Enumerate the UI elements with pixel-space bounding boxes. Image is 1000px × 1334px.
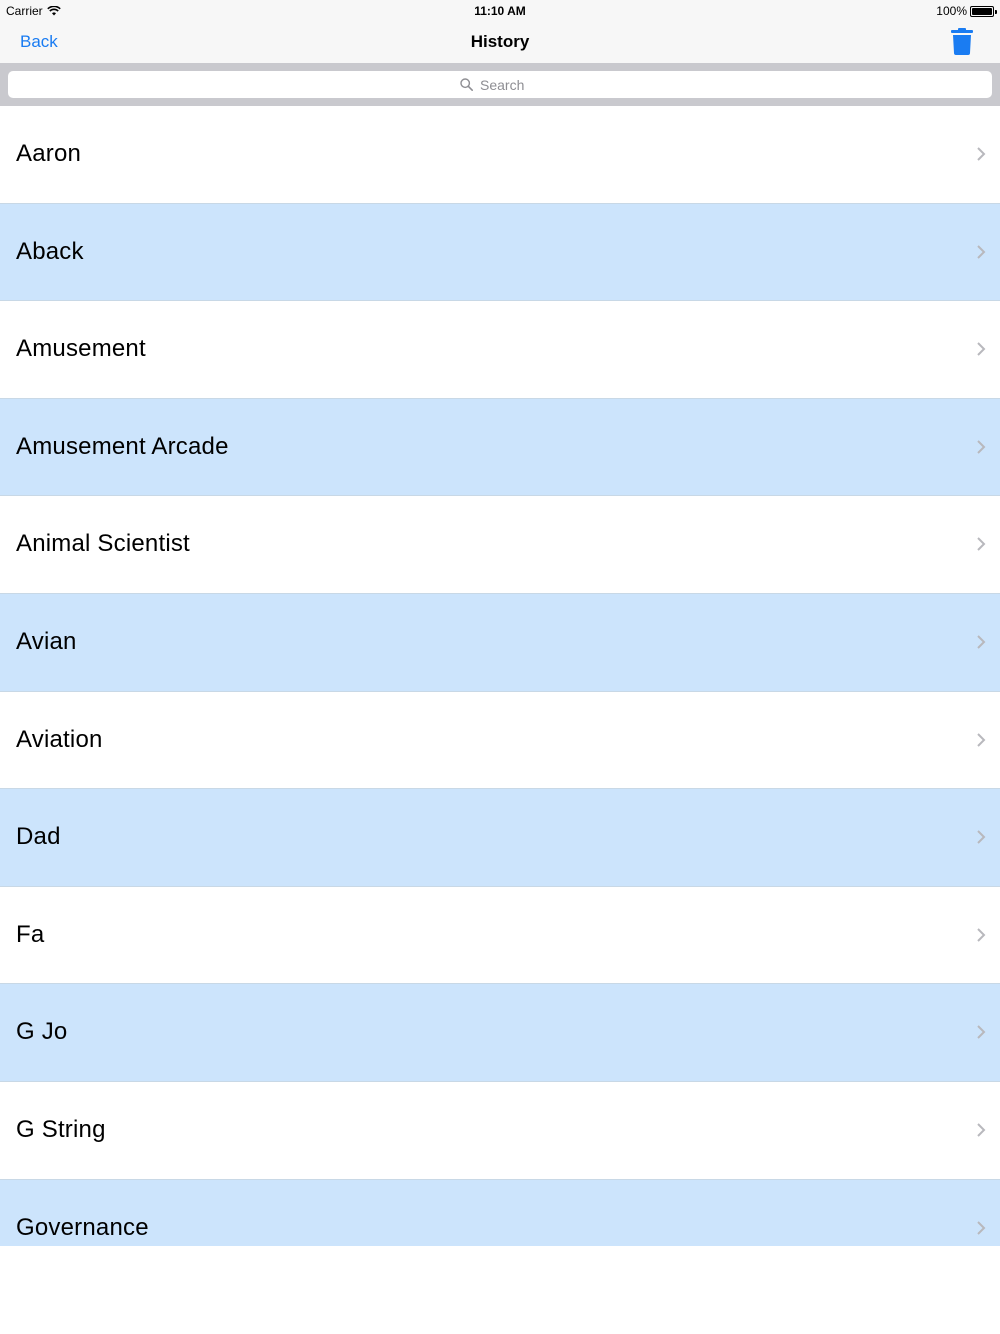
list-item-dad[interactable]: Dad bbox=[0, 789, 1000, 887]
list-item-label: Animal Scientist bbox=[16, 530, 190, 558]
list-item-avian[interactable]: Avian bbox=[0, 593, 1000, 692]
list-item-label: Amusement Arcade bbox=[16, 432, 229, 460]
navigation-bar: Back History bbox=[0, 22, 1000, 63]
status-bar: Carrier 11:10 AM 100% bbox=[0, 0, 1000, 22]
chevron-right-icon bbox=[977, 928, 986, 942]
list-item-governance[interactable]: Governance bbox=[0, 1179, 1000, 1246]
list-item-amusement[interactable]: Amusement bbox=[0, 301, 1000, 399]
list-item-amusement-arcade[interactable]: Amusement Arcade bbox=[0, 398, 1000, 497]
list-item-label: G Jo bbox=[16, 1018, 68, 1046]
list-item-label: Fa bbox=[16, 920, 45, 948]
trash-icon[interactable] bbox=[950, 27, 974, 55]
list-item-label: Dad bbox=[16, 823, 61, 851]
battery-icon bbox=[970, 5, 997, 17]
chevron-right-icon bbox=[977, 244, 986, 259]
list-item-g-jo[interactable]: G Jo bbox=[0, 984, 1000, 1082]
list-item-label: Amusement bbox=[16, 335, 146, 363]
chevron-right-icon bbox=[977, 342, 986, 356]
history-list: Aaron Aback Amusement Amusement Arcade A… bbox=[0, 106, 1000, 1246]
list-item-animal-scientist[interactable]: Animal Scientist bbox=[0, 496, 1000, 594]
chevron-right-icon bbox=[977, 732, 986, 747]
chevron-right-icon bbox=[977, 537, 986, 552]
status-time: 11:10 AM bbox=[474, 4, 526, 18]
list-item-fa[interactable]: Fa bbox=[0, 886, 1000, 985]
chevron-right-icon bbox=[977, 830, 986, 844]
search-bar bbox=[0, 63, 1000, 106]
list-item-label: Governance bbox=[16, 1213, 149, 1241]
chevron-right-icon bbox=[977, 147, 986, 161]
status-right: 100% bbox=[936, 4, 997, 18]
chevron-right-icon bbox=[977, 1025, 986, 1040]
list-item-aviation[interactable]: Aviation bbox=[0, 691, 1000, 790]
search-field[interactable] bbox=[8, 71, 992, 98]
list-item-label: Aviation bbox=[16, 725, 103, 753]
list-item-label: Aback bbox=[16, 237, 84, 265]
list-item-aaron[interactable]: Aaron bbox=[0, 106, 1000, 204]
chevron-right-icon bbox=[977, 1220, 986, 1235]
chevron-right-icon bbox=[977, 440, 986, 454]
list-item-aback[interactable]: Aback bbox=[0, 203, 1000, 302]
battery-fill bbox=[972, 7, 992, 15]
page-title: History bbox=[470, 32, 530, 51]
chevron-right-icon bbox=[977, 1123, 986, 1137]
battery-percent: 100% bbox=[936, 4, 967, 18]
list-item-label: G String bbox=[16, 1115, 106, 1143]
bottom-empty-area bbox=[0, 1246, 1000, 1334]
list-item-label: Avian bbox=[16, 627, 77, 655]
list-item-label: Aaron bbox=[16, 140, 82, 167]
list-item-g-string[interactable]: G String bbox=[0, 1081, 1000, 1180]
search-icon bbox=[460, 78, 473, 91]
search-input[interactable] bbox=[480, 76, 540, 93]
chevron-right-icon bbox=[977, 635, 986, 649]
